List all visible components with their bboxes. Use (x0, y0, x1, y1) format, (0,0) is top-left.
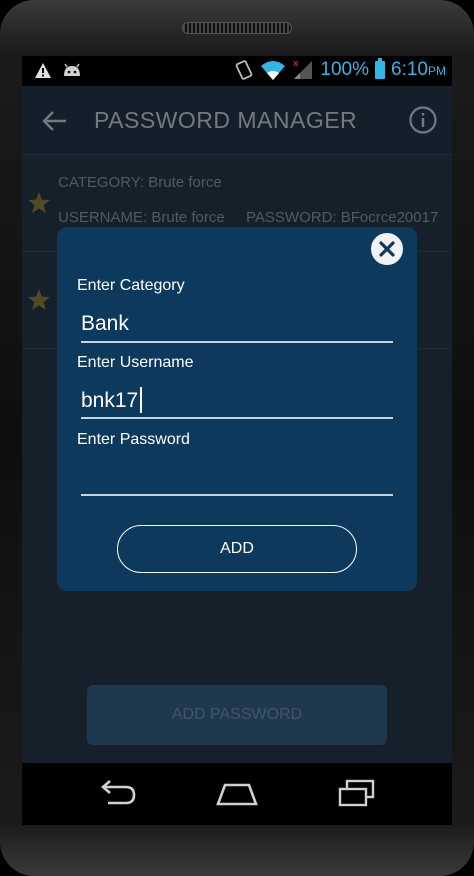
phone-frame: x 100% 6:10PM PASSWORD MANAGER CATEGORY:… (0, 0, 474, 876)
username-input[interactable] (81, 384, 393, 418)
close-dialog-button[interactable] (369, 231, 405, 267)
recents-nav-icon[interactable] (335, 777, 379, 811)
password-input[interactable] (81, 460, 393, 494)
speaker-grille (182, 22, 292, 34)
svg-text:x: x (293, 59, 299, 69)
navigation-bar (22, 763, 452, 825)
app-screen: PASSWORD MANAGER CATEGORY: Brute force U… (22, 86, 452, 763)
wifi-icon (261, 61, 286, 80)
warning-icon (35, 63, 51, 78)
vibrate-icon (236, 60, 253, 80)
password-label: Enter Password (77, 431, 190, 448)
category-label: Enter Category (77, 277, 185, 294)
clock: 6:10PM (391, 59, 446, 81)
username-underline (81, 417, 393, 419)
battery-percent: 100% (320, 59, 370, 80)
category-underline (81, 341, 393, 343)
category-input[interactable] (81, 307, 393, 341)
clock-ampm: PM (428, 64, 446, 78)
home-nav-icon[interactable] (215, 777, 259, 811)
signal-icon: x (293, 59, 313, 79)
close-icon (379, 241, 395, 257)
clock-time: 6:10 (391, 59, 428, 80)
username-label: Enter Username (77, 354, 194, 371)
text-cursor (140, 387, 142, 413)
status-bar: x 100% 6:10PM (22, 56, 452, 86)
add-button[interactable]: ADD (117, 525, 357, 573)
android-icon (64, 63, 80, 76)
password-underline (81, 494, 393, 496)
back-nav-icon[interactable] (94, 777, 138, 811)
add-entry-dialog: Enter Category Enter Username Enter Pass… (57, 227, 417, 591)
battery-icon (375, 58, 386, 79)
